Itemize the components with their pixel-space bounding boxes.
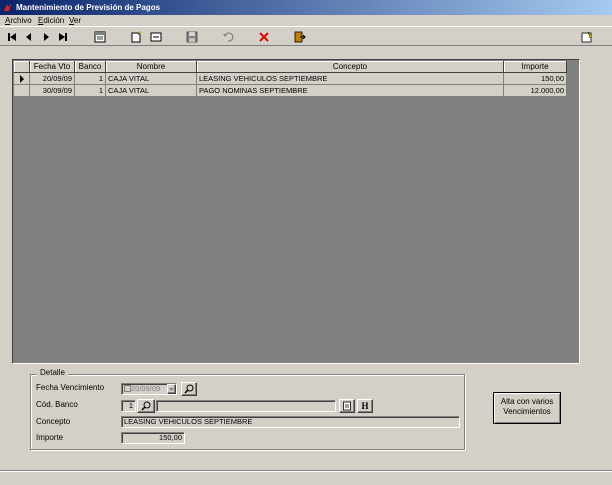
importe-field[interactable]: 150,00 <box>121 432 185 444</box>
cell-concepto[interactable]: PAGO NOMINAS SEPTIEMBRE <box>197 85 504 97</box>
cell-fecha[interactable]: 20/09/09 <box>30 73 75 85</box>
h-button[interactable]: H <box>357 399 373 413</box>
header-concepto[interactable]: Concepto <box>197 61 504 73</box>
cell-nombre[interactable]: CAJA VITAL <box>106 85 197 97</box>
records-grid[interactable]: Fecha Vto Banco Nombre Concepto Importe … <box>12 59 580 364</box>
concepto-label: Concepto <box>36 417 71 426</box>
cod-banco-field[interactable]: 1 <box>121 400 136 412</box>
next-record-icon[interactable] <box>38 29 54 45</box>
title-bar: Mantenimiento de Previsión de Pagos <box>0 0 612 15</box>
current-row-indicator-icon <box>14 73 30 85</box>
detalle-legend: Detalle <box>37 368 68 377</box>
importe-label: Importe <box>36 433 64 442</box>
last-record-icon[interactable] <box>55 29 71 45</box>
alta-button-line2: Vencimientos <box>503 407 551 416</box>
notepad-icon <box>343 401 351 411</box>
cell-importe[interactable]: 12.000,00 <box>504 85 567 97</box>
cell-nombre[interactable]: CAJA VITAL <box>106 73 197 85</box>
cell-banco[interactable]: 1 <box>75 73 106 85</box>
banco-nombre-field <box>156 400 336 412</box>
menu-archivo[interactable]: Archivo <box>5 16 32 25</box>
calendar-icon[interactable] <box>92 29 108 45</box>
header-importe[interactable]: Importe <box>504 61 567 73</box>
header-nombre[interactable]: Nombre <box>106 61 197 73</box>
menu-ver[interactable]: Ver <box>69 16 81 25</box>
new-record-icon[interactable] <box>128 29 144 45</box>
menu-bar: Archivo Edición Ver <box>0 15 612 26</box>
exit-icon[interactable] <box>292 29 308 45</box>
undo-icon[interactable] <box>220 29 236 45</box>
table-row[interactable]: 20/09/09 1 CAJA VITAL LEASING VEHICULOS … <box>14 73 567 85</box>
fecha-search-button[interactable] <box>181 382 197 396</box>
concepto-field[interactable]: LEASING VEHICULOS SEPTIEMBRE <box>121 416 460 428</box>
header-indicator <box>14 61 30 73</box>
cell-banco[interactable]: 1 <box>75 85 106 97</box>
edit-record-icon[interactable] <box>148 29 164 45</box>
search-icon <box>184 384 194 394</box>
date-dropdown-button[interactable] <box>167 384 176 394</box>
first-record-icon[interactable] <box>4 29 20 45</box>
grid-header: Fecha Vto Banco Nombre Concepto Importe <box>14 61 567 73</box>
alta-varios-vencimientos-button[interactable]: Alta con varios Vencimientos <box>493 392 561 424</box>
table-row[interactable]: 30/09/09 1 CAJA VITAL PAGO NOMINAS SEPTI… <box>14 85 567 97</box>
cell-importe[interactable]: 150,00 <box>504 73 567 85</box>
row-indicator <box>14 85 30 97</box>
fecha-vencimiento-label: Fecha Vencimiento <box>36 383 105 392</box>
toolbar <box>0 26 612 46</box>
cell-concepto[interactable]: LEASING VEHICULOS SEPTIEMBRE <box>197 73 504 85</box>
alta-button-line1: Alta con varios <box>500 397 554 406</box>
app-icon <box>4 4 11 11</box>
window-title: Mantenimiento de Previsión de Pagos <box>16 3 161 12</box>
status-bar <box>0 470 612 485</box>
save-icon[interactable] <box>184 29 200 45</box>
chevron-down-icon <box>169 387 174 391</box>
header-fecha-vto[interactable]: Fecha Vto <box>30 61 75 73</box>
prev-record-icon[interactable] <box>21 29 37 45</box>
banco-search-button[interactable] <box>137 399 155 413</box>
help-icon[interactable] <box>579 29 595 45</box>
search-icon <box>141 401 151 411</box>
date-checkbox[interactable] <box>124 385 131 392</box>
cod-banco-label: Cód. Banco <box>36 400 78 409</box>
delete-icon[interactable] <box>256 29 272 45</box>
header-banco[interactable]: Banco <box>75 61 106 73</box>
menu-edicion[interactable]: Edición <box>38 16 64 25</box>
cell-fecha[interactable]: 30/09/09 <box>30 85 75 97</box>
banco-list-button[interactable] <box>339 399 355 413</box>
